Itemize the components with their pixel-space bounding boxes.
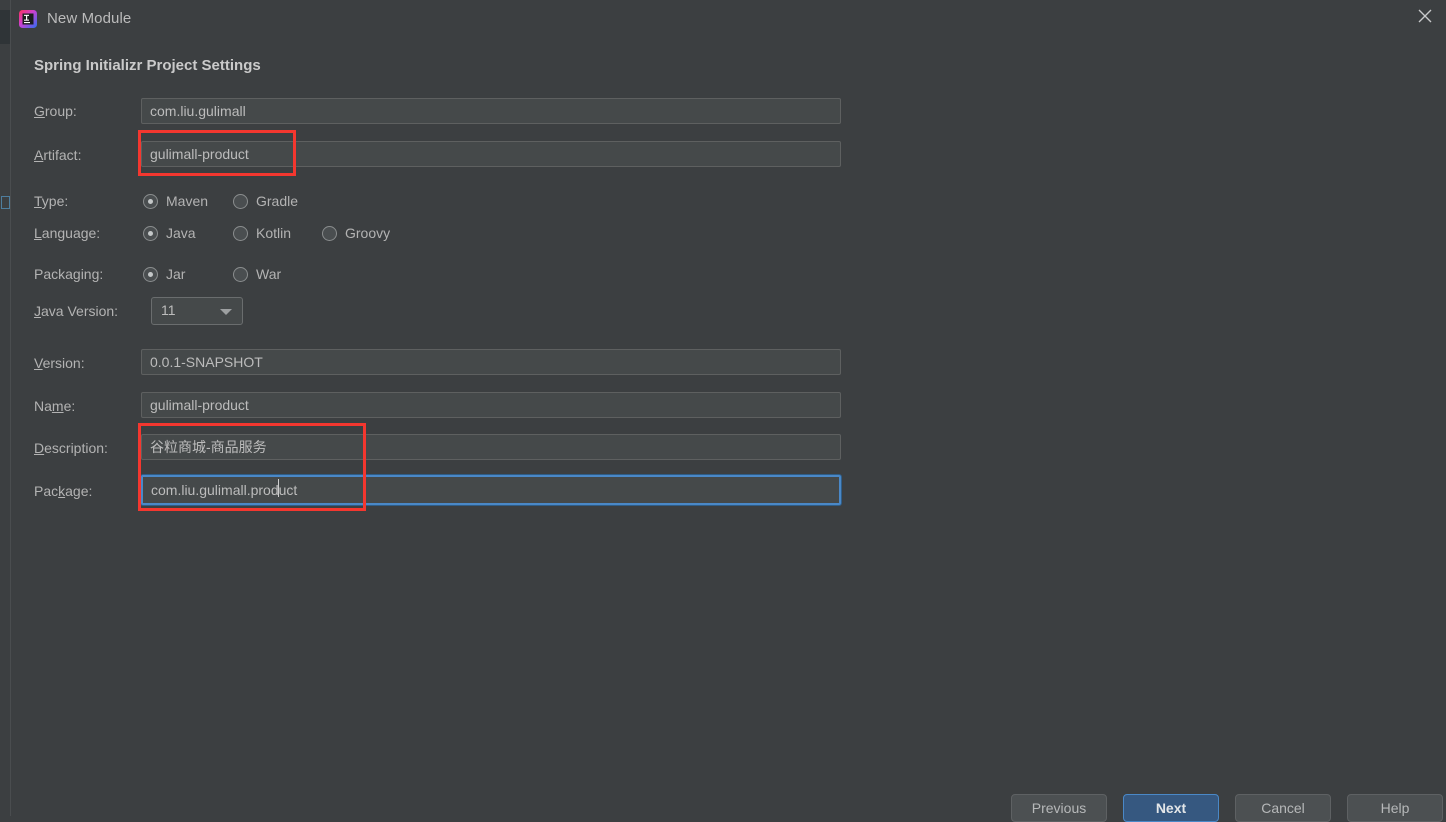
radio-mark-icon	[233, 225, 248, 241]
radio-label: Kotlin	[256, 225, 292, 241]
radio-type-gradle[interactable]: Gradle	[233, 191, 298, 211]
window-title: New Module	[47, 10, 132, 27]
java-version-select[interactable]: 11	[151, 297, 243, 325]
type-label: Type:	[34, 193, 69, 209]
artifact-label: Artifact:	[34, 147, 82, 163]
radio-label: Groovy	[345, 225, 391, 241]
description-input[interactable]	[141, 434, 841, 460]
text-caret	[278, 479, 279, 497]
version-input[interactable]	[141, 349, 841, 375]
radio-mark-icon	[143, 225, 158, 241]
version-label: Version:	[34, 355, 85, 371]
background-left-strip	[0, 8, 10, 816]
dialog-title-bar: New Module	[11, 0, 1446, 40]
radio-language-kotlin[interactable]: Kotlin	[233, 223, 291, 243]
next-button[interactable]: Next	[1123, 794, 1219, 822]
help-button[interactable]: Help	[1347, 794, 1443, 822]
radio-mark-icon	[233, 266, 248, 282]
radio-mark-icon	[233, 193, 248, 209]
background-marker-icon	[1, 196, 10, 209]
close-icon[interactable]	[1403, 0, 1446, 32]
radio-label: Jar	[166, 266, 186, 282]
radio-mark-icon	[143, 193, 158, 209]
java-version-label: Java Version:	[34, 303, 119, 319]
radio-language-java[interactable]: Java	[143, 223, 196, 243]
radio-mark-icon	[322, 225, 337, 241]
previous-button[interactable]: Previous	[1011, 794, 1107, 822]
packaging-label: Packaging:	[34, 266, 104, 282]
radio-mark-icon	[143, 266, 158, 282]
cancel-button[interactable]: Cancel	[1235, 794, 1331, 822]
language-label: Language:	[34, 225, 101, 241]
package-input[interactable]	[141, 475, 841, 505]
background-tool-tab[interactable]	[0, 10, 10, 44]
radio-label: Java	[166, 225, 196, 241]
intellij-idea-icon	[18, 9, 38, 29]
radio-label: Gradle	[256, 193, 299, 209]
page-title: Spring Initializr Project Settings	[34, 57, 261, 74]
group-label: Group:	[34, 103, 77, 119]
package-label: Package:	[34, 483, 93, 499]
radio-packaging-war[interactable]: War	[233, 264, 281, 284]
new-module-dialog: New Module Spring Initializr Project Set…	[10, 0, 1446, 822]
radio-packaging-jar[interactable]: Jar	[143, 264, 185, 284]
name-label: Name:	[34, 398, 76, 414]
group-input[interactable]	[141, 98, 841, 124]
java-version-value: 11	[161, 302, 176, 318]
radio-label: War	[256, 266, 282, 282]
radio-type-maven[interactable]: Maven	[143, 191, 208, 211]
chevron-down-icon	[220, 309, 232, 315]
artifact-input[interactable]	[141, 141, 841, 167]
radio-language-groovy[interactable]: Groovy	[322, 223, 390, 243]
name-input[interactable]	[141, 392, 841, 418]
description-label: Description:	[34, 440, 108, 456]
radio-label: Maven	[166, 193, 209, 209]
